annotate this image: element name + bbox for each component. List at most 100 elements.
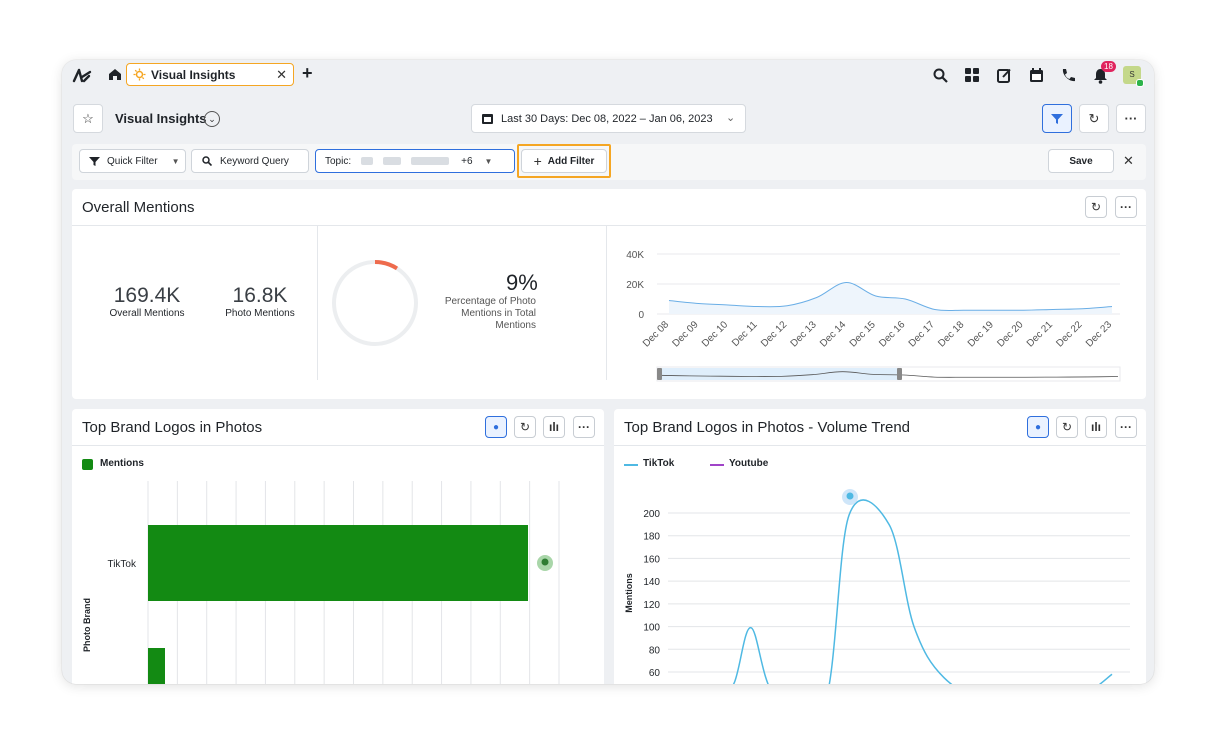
phone-icon[interactable] bbox=[1061, 68, 1076, 83]
brand-logos-card: Top Brand Logos in Photos ● ↻ ılı ··· Me… bbox=[72, 409, 604, 684]
y-tick-label: 80 bbox=[649, 645, 661, 656]
search-icon[interactable] bbox=[933, 68, 948, 83]
quick-filter-icon bbox=[89, 156, 100, 166]
keyword-query-input[interactable]: Keyword Query bbox=[191, 149, 309, 173]
legend-label-youtube[interactable]: Youtube bbox=[729, 458, 768, 469]
range-handle-left bbox=[657, 368, 662, 380]
filter-toggle-button[interactable] bbox=[1042, 104, 1072, 133]
y-tick-label: 40K bbox=[626, 250, 644, 261]
close-icon[interactable]: ✕ bbox=[276, 67, 287, 83]
bar-category-label: TikTok bbox=[107, 559, 137, 570]
x-tick-label: Dec 14 bbox=[818, 319, 848, 349]
legend-swatch-tiktok bbox=[624, 464, 638, 466]
refresh-button[interactable]: ↻ bbox=[1085, 196, 1107, 218]
volume-trend-line-chart: 60 80 100 120 140 160 180 200 Mentions bbox=[624, 489, 1130, 684]
insights-button[interactable]: ● bbox=[1027, 416, 1049, 438]
x-tick-label: Dec 20 bbox=[995, 319, 1025, 349]
add-filter-button[interactable]: + Add Filter bbox=[521, 149, 607, 173]
x-tick-label: Dec 11 bbox=[730, 319, 760, 349]
save-label: Save bbox=[1069, 155, 1093, 167]
more-icon: ··· bbox=[1124, 111, 1138, 126]
more-options-button[interactable]: ··· bbox=[1115, 416, 1137, 438]
caret-down-icon: ▼ bbox=[484, 156, 493, 166]
more-icon: ··· bbox=[1120, 420, 1132, 434]
bar bbox=[148, 648, 165, 684]
save-button[interactable]: Save bbox=[1048, 149, 1114, 173]
legend-swatch-youtube bbox=[710, 464, 724, 466]
top-bar: Visual Insights ✕ + 18 S bbox=[62, 60, 1154, 90]
close-filter-icon[interactable]: ✕ bbox=[1123, 153, 1134, 169]
sprinklr-logo-icon[interactable] bbox=[72, 67, 92, 83]
bar bbox=[148, 525, 528, 601]
percentage-label-line: Mentions bbox=[495, 320, 536, 331]
home-icon[interactable] bbox=[108, 68, 122, 81]
photo-percentage-value: 9% bbox=[506, 270, 538, 295]
range-handle-right bbox=[897, 368, 902, 380]
refresh-button[interactable]: ↻ bbox=[1079, 104, 1109, 133]
blurred-topic-chip bbox=[383, 157, 402, 165]
legend-label-tiktok[interactable]: TikTok bbox=[643, 458, 674, 469]
insights-button[interactable]: ● bbox=[485, 416, 507, 438]
photo-percentage-donut bbox=[332, 260, 418, 346]
topic-filter-dropdown[interactable]: Topic: +6 ▼ bbox=[315, 149, 515, 173]
page-title: Visual Insights bbox=[115, 111, 207, 126]
x-tick-label: Dec 22 bbox=[1054, 319, 1084, 349]
lightbulb-icon: ● bbox=[1034, 421, 1042, 433]
y-tick-label: 60 bbox=[649, 668, 661, 679]
blurred-topic-chip bbox=[361, 157, 374, 165]
refresh-button[interactable]: ↻ bbox=[1056, 416, 1078, 438]
refresh-icon: ↻ bbox=[1061, 420, 1073, 434]
visual-insights-icon bbox=[133, 68, 146, 81]
percentage-label-line: Mentions in Total bbox=[461, 308, 536, 319]
tab-visual-insights[interactable]: Visual Insights ✕ bbox=[126, 63, 294, 86]
quick-filter-dropdown[interactable]: Quick Filter ▼ bbox=[79, 149, 186, 173]
overall-mentions-label: Overall Mentions bbox=[109, 308, 185, 319]
calendar-icon[interactable] bbox=[1029, 68, 1044, 83]
chart-type-button[interactable]: ılı bbox=[1085, 416, 1107, 438]
date-range-label: Last 30 Days: Dec 08, 2022 – Jan 06, 202… bbox=[501, 113, 713, 125]
tiktok-line bbox=[732, 499, 1113, 684]
x-tick-label: Dec 15 bbox=[848, 319, 878, 349]
blurred-topic-chip bbox=[411, 157, 450, 165]
apps-grid-icon[interactable] bbox=[965, 68, 980, 83]
percentage-label-line: Percentage of Photo bbox=[444, 296, 536, 307]
keyword-query-placeholder: Keyword Query bbox=[220, 155, 289, 167]
more-options-button[interactable]: ··· bbox=[1115, 196, 1137, 218]
brand-logos-title: Top Brand Logos in Photos bbox=[82, 419, 263, 436]
refresh-icon: ↻ bbox=[1090, 200, 1102, 214]
more-options-button[interactable]: ··· bbox=[1116, 104, 1146, 133]
online-status-dot bbox=[1136, 79, 1144, 87]
star-icon: ☆ bbox=[82, 110, 94, 126]
favorite-button[interactable]: ☆ bbox=[73, 104, 103, 133]
x-tick-label: Dec 19 bbox=[966, 319, 996, 349]
tab-label: Visual Insights bbox=[151, 68, 236, 82]
topic-filter-label: Topic: bbox=[325, 155, 352, 167]
y-axis-label: Photo Brand bbox=[82, 598, 92, 652]
x-tick-label: Dec 16 bbox=[877, 319, 907, 349]
more-options-button[interactable]: ··· bbox=[573, 416, 595, 438]
photo-percentage-label: Percentage of Photo Mentions in Total Me… bbox=[426, 296, 536, 332]
date-range-picker[interactable]: Last 30 Days: Dec 08, 2022 – Jan 06, 202… bbox=[471, 104, 746, 133]
divider bbox=[317, 225, 318, 380]
compose-icon[interactable] bbox=[997, 68, 1012, 83]
refresh-button[interactable]: ↻ bbox=[514, 416, 536, 438]
divider bbox=[606, 225, 607, 380]
caret-down-icon: ▼ bbox=[171, 156, 180, 166]
plus-icon: + bbox=[533, 153, 542, 169]
y-tick-label: 0 bbox=[638, 310, 644, 321]
y-tick-label: 200 bbox=[643, 509, 660, 520]
legend-label[interactable]: Mentions bbox=[100, 458, 144, 469]
more-icon: ··· bbox=[578, 420, 590, 434]
x-tick-label: Dec 13 bbox=[789, 319, 819, 349]
refresh-icon: ↻ bbox=[519, 420, 531, 434]
lightbulb-icon: ● bbox=[492, 421, 500, 433]
quick-filter-label: Quick Filter bbox=[107, 155, 158, 167]
add-filter-label: Add Filter bbox=[547, 155, 595, 167]
volume-trend-card: Top Brand Logos in Photos - Volume Trend… bbox=[614, 409, 1146, 684]
add-tab-icon[interactable]: + bbox=[302, 63, 313, 84]
insight-marker-dot bbox=[541, 558, 549, 566]
brand-logos-bar-chart: TikTok Photo Brand bbox=[82, 481, 560, 684]
overall-mentions-card: Overall Mentions ↻ ··· 169.4K Overall Me… bbox=[72, 189, 1146, 399]
title-dropdown-chevron-icon[interactable]: ⌄ bbox=[204, 111, 220, 127]
chart-type-button[interactable]: ılı bbox=[543, 416, 565, 438]
